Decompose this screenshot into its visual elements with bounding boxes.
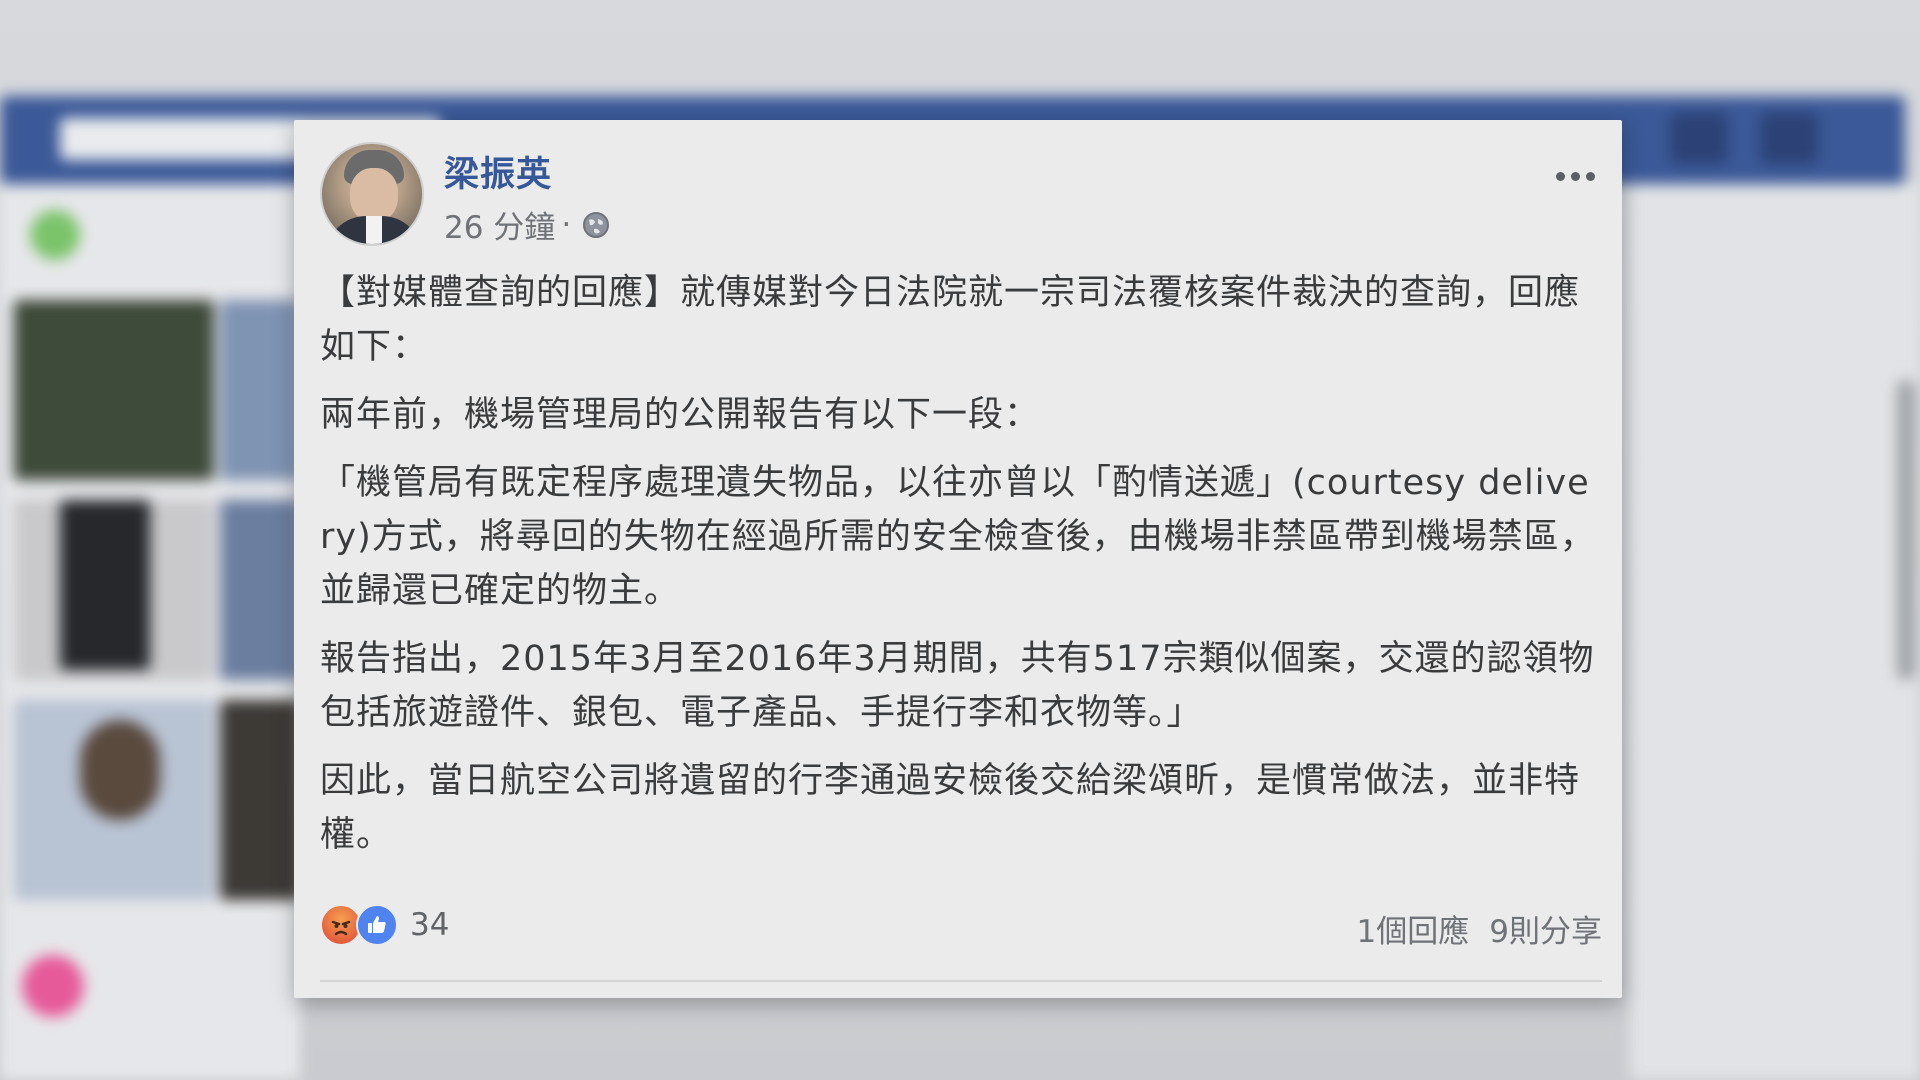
background-photo (14, 300, 214, 480)
shares-count-link[interactable]: 9則分享 (1489, 906, 1602, 951)
background-photo (60, 500, 150, 670)
globe-icon[interactable] (581, 210, 611, 240)
post-paragraph: 【對媒體查詢的回應】就傳媒對今日法院就一宗司法覆核案件裁決的查詢，回應如下： (320, 273, 1581, 367)
post-paragraph: 兩年前，機場管理局的公開報告有以下一段： (320, 395, 1041, 435)
meta-separator: · (561, 206, 572, 243)
background-top-icon (1670, 112, 1728, 164)
background-photo (80, 720, 160, 820)
background-photo (220, 500, 300, 680)
post-timestamp[interactable]: 26 分鐘 (444, 202, 555, 247)
post-paragraph: 報告指出，2015年3月至2016年3月期間，共有517宗類似個案，交還的認領物… (320, 639, 1595, 733)
post-footer: 34 1個回應 9則分享 (320, 900, 1602, 950)
reactions-summary[interactable]: 34 (320, 904, 449, 946)
comments-count-link[interactable]: 1個回應 (1357, 906, 1470, 951)
author-name[interactable]: 梁振英 (444, 146, 552, 197)
background-avatar (22, 955, 84, 1017)
like-icon (356, 904, 398, 946)
background-photo (220, 700, 300, 900)
post-paragraph: 「機管局有既定程序處理遺失物品，以往亦曾以「酌情送遞」(courtesy del… (320, 463, 1596, 611)
background-right-column (1630, 184, 1920, 1080)
post-header: 梁振英 26 分鐘 · (320, 142, 1596, 252)
more-options-icon[interactable] (1548, 162, 1602, 190)
footer-divider (320, 980, 1602, 982)
post-meta: 26 分鐘 · (444, 202, 611, 247)
post-paragraph: 因此，當日航空公司將遺留的行李通過安檢後交給梁頌昕，是慣常做法，並非特權。 (320, 761, 1581, 855)
background-avatar (30, 210, 80, 260)
facebook-post: 梁振英 26 分鐘 · 【對媒體查詢的回應】就傳媒對今日法院就一宗司法覆核案件裁… (294, 120, 1622, 998)
reaction-count: 34 (410, 907, 450, 943)
background-top-icon (1760, 112, 1818, 164)
background-photo (220, 300, 300, 480)
author-avatar[interactable] (320, 142, 424, 246)
background-scrollbar (1897, 380, 1915, 680)
post-body: 【對媒體查詢的回應】就傳媒對今日法院就一宗司法覆核案件裁決的查詢，回應如下： 兩… (320, 266, 1600, 876)
post-stats: 1個回應 9則分享 (1357, 906, 1602, 951)
